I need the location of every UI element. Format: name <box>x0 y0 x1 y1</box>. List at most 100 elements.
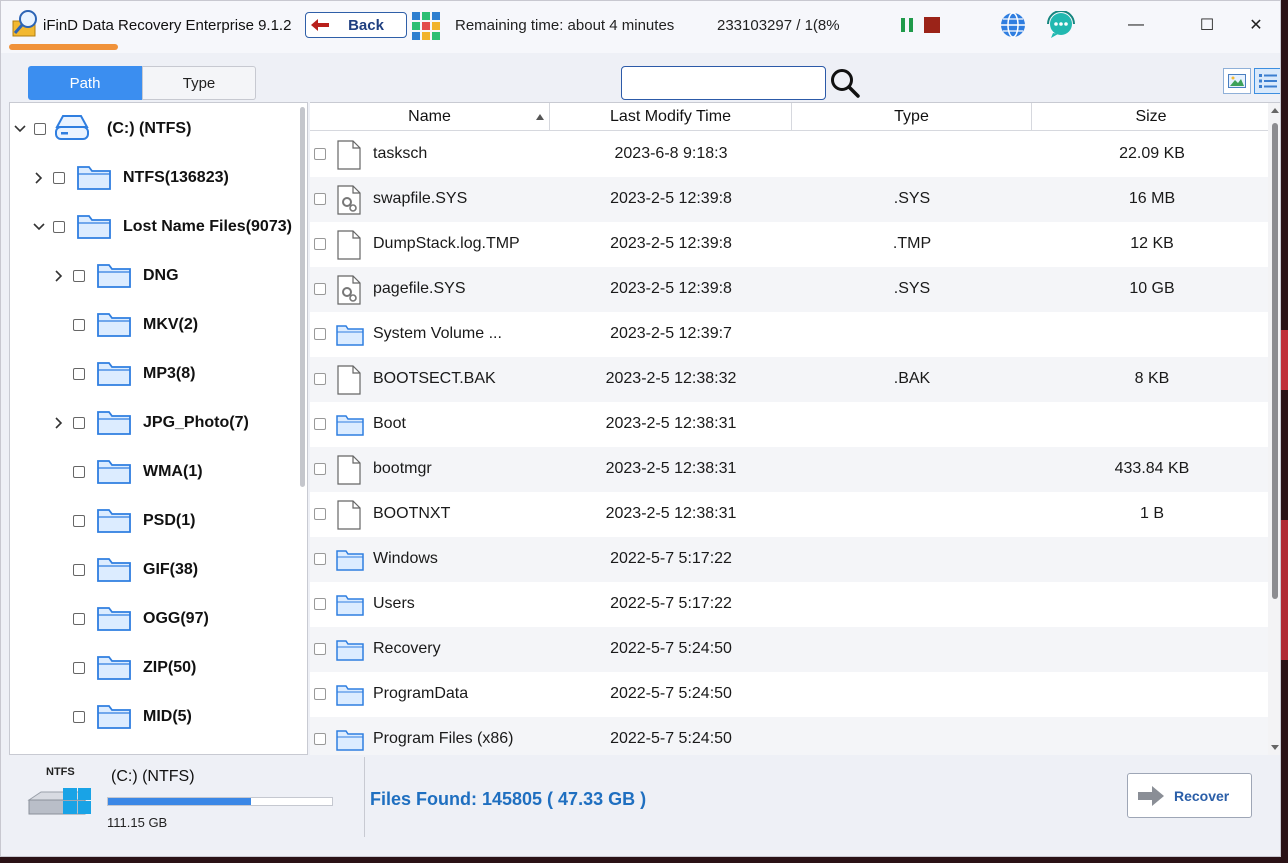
table-row[interactable]: tasksch 2023-6-8 9:18:3 22.09 KB <box>310 132 1270 177</box>
column-header-time[interactable]: Last Modify Time <box>550 103 792 131</box>
system-file-icon <box>337 275 361 305</box>
row-checkbox[interactable] <box>314 733 326 745</box>
tree-item-drive[interactable]: (C:) (NTFS) <box>10 104 300 153</box>
table-row[interactable]: bootmgr 2023-2-5 12:38:31 433.84 KB <box>310 447 1270 492</box>
tree-checkbox[interactable] <box>73 515 85 527</box>
support-chat-icon[interactable] <box>1045 11 1077 39</box>
row-checkbox[interactable] <box>314 328 326 340</box>
tree-item-ntfs[interactable]: NTFS(136823) <box>10 153 300 202</box>
tree-checkbox[interactable] <box>73 613 85 625</box>
back-label: Back <box>348 16 384 34</box>
folder-icon <box>336 549 364 571</box>
tree-item-psd[interactable]: PSD(1) <box>10 496 300 545</box>
cell-modify-time: 2022-5-7 5:24:50 <box>610 730 732 747</box>
chevron-right-icon[interactable] <box>32 171 46 185</box>
tree-checkbox[interactable] <box>73 466 85 478</box>
close-button[interactable]: ✕ <box>1233 11 1279 39</box>
row-checkbox[interactable] <box>314 553 326 565</box>
tree-checkbox[interactable] <box>73 319 85 331</box>
tree-item-jpg-photo[interactable]: JPG_Photo(7) <box>10 398 300 447</box>
row-checkbox[interactable] <box>314 688 326 700</box>
folder-icon <box>97 558 131 582</box>
folder-icon <box>336 639 364 661</box>
list-view-button[interactable] <box>1254 68 1280 94</box>
chevron-down-icon[interactable] <box>32 220 46 234</box>
search-input[interactable] <box>621 66 826 100</box>
minimize-button[interactable]: — <box>1113 11 1159 39</box>
row-checkbox[interactable] <box>314 283 326 295</box>
tree-item-mp3[interactable]: MP3(8) <box>10 349 300 398</box>
table-row[interactable]: BOOTSECT.BAK 2023-2-5 12:38:32 .BAK 8 KB <box>310 357 1270 402</box>
list-view-icon <box>1259 74 1277 88</box>
maximize-button[interactable]: ☐ <box>1184 11 1230 39</box>
file-list-scrollbar[interactable] <box>1268 103 1280 755</box>
tree-item-lost-name-files[interactable]: Lost Name Files(9073) <box>10 202 300 251</box>
search-icon[interactable] <box>829 67 861 99</box>
scroll-down-icon[interactable] <box>1271 745 1279 750</box>
scrollbar-thumb[interactable] <box>1272 123 1278 599</box>
tree-checkbox[interactable] <box>73 662 85 674</box>
tree-item-ogg[interactable]: OGG(97) <box>10 594 300 643</box>
row-checkbox[interactable] <box>314 508 326 520</box>
tree-checkbox[interactable] <box>73 270 85 282</box>
table-row[interactable]: System Volume ... 2023-2-5 12:39:7 <box>310 312 1270 357</box>
tree-item-zip[interactable]: ZIP(50) <box>10 643 300 692</box>
table-row[interactable]: DumpStack.log.TMP 2023-2-5 12:39:8 .TMP 12 … <box>310 222 1270 267</box>
app-grid-icon[interactable] <box>411 11 441 41</box>
row-checkbox[interactable] <box>314 148 326 160</box>
hard-drive-icon <box>27 788 91 815</box>
table-row[interactable]: Users 2022-5-7 5:17:22 <box>310 582 1270 627</box>
table-row[interactable]: BOOTNXT 2023-2-5 12:38:31 1 B <box>310 492 1270 537</box>
back-button[interactable]: Back <box>305 12 407 38</box>
stop-icon[interactable] <box>924 17 940 33</box>
scroll-up-icon[interactable] <box>1271 108 1279 113</box>
column-header-name[interactable]: Name <box>310 103 550 131</box>
tree-item-mkv[interactable]: MKV(2) <box>10 300 300 349</box>
tree-checkbox[interactable] <box>73 711 85 723</box>
column-header-label: Last Modify Time <box>610 108 731 125</box>
tree-checkbox[interactable] <box>53 172 65 184</box>
recover-button[interactable]: Recover <box>1127 773 1252 818</box>
tree-item-wma[interactable]: WMA(1) <box>10 447 300 496</box>
row-checkbox[interactable] <box>314 463 326 475</box>
folder-icon <box>97 411 131 435</box>
tree-item-mid[interactable]: MID(5) <box>10 692 300 741</box>
chevron-right-icon[interactable] <box>52 416 66 430</box>
cell-name: BOOTNXT <box>373 505 451 522</box>
row-checkbox[interactable] <box>314 193 326 205</box>
thumbnail-view-button[interactable] <box>1223 68 1251 94</box>
row-checkbox[interactable] <box>314 418 326 430</box>
files-found-summary: Files Found: 145805 ( 47.33 GB ) <box>370 789 647 809</box>
tree-item-dng[interactable]: DNG <box>10 251 300 300</box>
tree-checkbox[interactable] <box>73 368 85 380</box>
chevron-right-icon[interactable] <box>52 269 66 283</box>
table-row[interactable]: Boot 2023-2-5 12:38:31 <box>310 402 1270 447</box>
table-row[interactable]: Recovery 2022-5-7 5:24:50 <box>310 627 1270 672</box>
tree-checkbox[interactable] <box>53 221 65 233</box>
tree-checkbox[interactable] <box>73 564 85 576</box>
tab-type[interactable]: Type <box>142 66 256 100</box>
column-header-size[interactable]: Size <box>1032 103 1270 131</box>
table-row[interactable]: Windows 2022-5-7 5:17:22 <box>310 537 1270 582</box>
tab-path[interactable]: Path <box>28 66 142 100</box>
tree-item-label: MP3(8) <box>143 365 196 382</box>
row-checkbox[interactable] <box>314 373 326 385</box>
tree-item-label: PSD(1) <box>143 512 196 529</box>
table-row[interactable]: pagefile.SYS 2023-2-5 12:39:8 .SYS 10 GB <box>310 267 1270 312</box>
table-row[interactable]: swapfile.SYS 2023-2-5 12:39:8 .SYS 16 MB <box>310 177 1270 222</box>
tree-checkbox[interactable] <box>34 123 46 135</box>
tree-item-gif[interactable]: GIF(38) <box>10 545 300 594</box>
folder-icon <box>97 460 131 484</box>
pause-icon[interactable] <box>900 18 914 32</box>
tree-scrollbar[interactable] <box>300 107 305 487</box>
tree-checkbox[interactable] <box>73 417 85 429</box>
chevron-down-icon[interactable] <box>13 122 27 136</box>
folder-icon <box>336 324 364 346</box>
column-header-type[interactable]: Type <box>792 103 1032 131</box>
table-row[interactable]: Program Files (x86) 2022-5-7 5:24:50 <box>310 717 1270 755</box>
row-checkbox[interactable] <box>314 643 326 655</box>
row-checkbox[interactable] <box>314 238 326 250</box>
globe-icon[interactable] <box>1000 12 1026 38</box>
row-checkbox[interactable] <box>314 598 326 610</box>
table-row[interactable]: ProgramData 2022-5-7 5:24:50 <box>310 672 1270 717</box>
